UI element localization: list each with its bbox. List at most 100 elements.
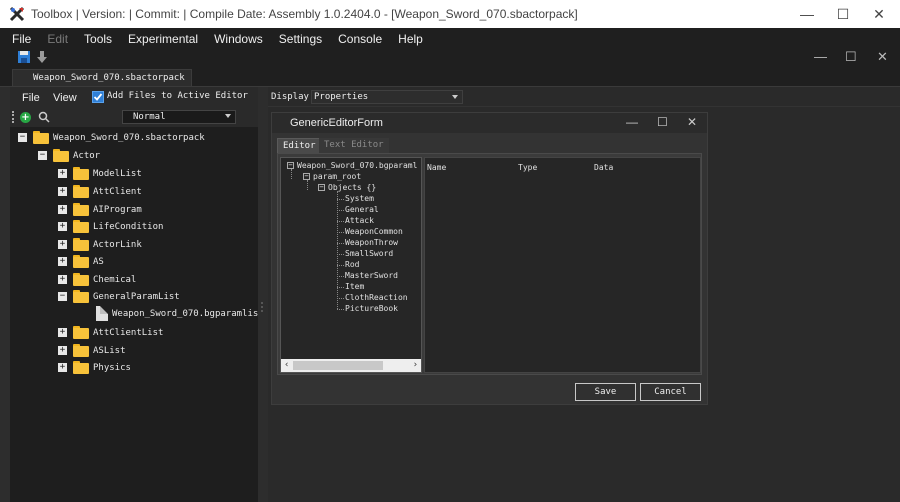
- param-node-general[interactable]: General: [345, 204, 379, 215]
- minimize-button[interactable]: —: [790, 0, 824, 28]
- doc-maximize-button[interactable]: ☐: [845, 49, 857, 65]
- param-node-label: Attack: [345, 216, 374, 225]
- expand-icon[interactable]: +: [58, 222, 67, 231]
- param-node-smallsword[interactable]: SmallSword: [345, 248, 393, 259]
- menu-edit[interactable]: Edit: [47, 32, 68, 46]
- grip-icon: [261, 302, 264, 312]
- param-node-attack[interactable]: Attack: [345, 215, 374, 226]
- menu-windows[interactable]: Windows: [214, 32, 263, 46]
- param-node-file[interactable]: − Weapon_Sword_070.bgparaml: [287, 160, 417, 171]
- collapse-icon[interactable]: −: [318, 184, 325, 191]
- column-header-type[interactable]: Type: [518, 163, 537, 172]
- param-tree[interactable]: − Weapon_Sword_070.bgparaml − param_root…: [280, 157, 422, 373]
- app-logo-icon: [9, 6, 25, 22]
- tree-node-aiprogram[interactable]: + AIProgram: [58, 201, 142, 218]
- display-select[interactable]: Properties: [311, 90, 463, 104]
- dialog-minimize-button[interactable]: —: [626, 115, 638, 129]
- display-label: Display:: [271, 92, 315, 102]
- expand-icon[interactable]: +: [58, 328, 67, 337]
- tab-weapon-sword-sbactorpack[interactable]: Weapon_Sword_070.sbactorpack: [12, 69, 192, 87]
- scrollbar-thumb[interactable]: [293, 361, 383, 370]
- collapse-icon[interactable]: −: [18, 133, 27, 142]
- menu-settings[interactable]: Settings: [279, 32, 322, 46]
- tree-node-bgparamlist-file[interactable]: Weapon_Sword_070.bgparamlist: [96, 305, 264, 322]
- menu-tools[interactable]: Tools: [84, 32, 112, 46]
- expand-icon[interactable]: +: [58, 169, 67, 178]
- dialog-title-bar[interactable]: GenericEditorForm — ☐ ✕: [272, 113, 707, 133]
- expand-icon[interactable]: +: [58, 257, 67, 266]
- doc-close-button[interactable]: ✕: [877, 49, 888, 65]
- tree-menu-view[interactable]: View: [53, 92, 77, 104]
- menu-help[interactable]: Help: [398, 32, 423, 46]
- tree-node-lifecondition[interactable]: + LifeCondition: [58, 218, 163, 235]
- expand-icon[interactable]: +: [58, 205, 67, 214]
- param-node-picturebook[interactable]: PictureBook: [345, 303, 398, 314]
- expand-icon[interactable]: +: [58, 275, 67, 284]
- folder-icon: [73, 203, 89, 216]
- dialog-maximize-button[interactable]: ☐: [657, 115, 668, 129]
- scroll-left-icon[interactable]: ‹: [284, 359, 289, 372]
- tab-text-editor[interactable]: Text Editor: [319, 138, 389, 153]
- param-node-root[interactable]: − param_root: [303, 171, 361, 182]
- param-node-objects[interactable]: − Objects {}: [318, 182, 376, 193]
- column-header-data[interactable]: Data: [594, 163, 613, 172]
- collapse-icon[interactable]: −: [38, 151, 47, 160]
- tree-node-actor[interactable]: − Actor: [38, 147, 100, 164]
- tree-node-actorlink[interactable]: + ActorLink: [58, 236, 142, 253]
- tree-node-as[interactable]: + AS: [58, 253, 104, 270]
- document-tab-strip: Weapon_Sword_070.sbactorpack: [0, 67, 900, 87]
- search-icon[interactable]: [38, 111, 50, 123]
- expand-icon[interactable]: +: [58, 187, 67, 196]
- tree-node-attclientlist[interactable]: + AttClientList: [58, 324, 163, 341]
- expand-icon[interactable]: +: [58, 363, 67, 372]
- expand-icon[interactable]: +: [58, 240, 67, 249]
- collapse-icon[interactable]: −: [58, 292, 67, 301]
- tree-node-physics[interactable]: + Physics: [58, 359, 131, 376]
- tree-node-generalparamlist[interactable]: − GeneralParamList: [58, 288, 180, 305]
- param-node-mastersword[interactable]: MasterSword: [345, 270, 398, 281]
- maximize-button[interactable]: ☐: [826, 0, 860, 28]
- doc-minimize-button[interactable]: —: [814, 49, 827, 64]
- property-grid[interactable]: Name Type Data: [424, 157, 701, 373]
- param-node-rod[interactable]: Rod: [345, 259, 359, 270]
- view-mode-select[interactable]: Normal: [122, 110, 236, 124]
- column-header-name[interactable]: Name: [427, 163, 446, 172]
- param-node-system[interactable]: System: [345, 193, 374, 204]
- tree-node-chemical[interactable]: + Chemical: [58, 271, 136, 288]
- add-files-checkbox[interactable]: [92, 91, 104, 103]
- param-node-weaponthrow[interactable]: WeaponThrow: [345, 237, 398, 248]
- tree-guide-line: [337, 199, 344, 200]
- menu-bar: File Edit Tools Experimental Windows Set…: [0, 28, 900, 49]
- menu-file[interactable]: File: [12, 32, 31, 46]
- dialog-close-button[interactable]: ✕: [687, 115, 697, 129]
- close-button[interactable]: ✕: [862, 0, 896, 28]
- panel-splitter[interactable]: [258, 87, 268, 502]
- param-node-clothreaction[interactable]: ClothReaction: [345, 292, 408, 303]
- save-icon[interactable]: [17, 50, 31, 64]
- scroll-right-icon[interactable]: ›: [413, 359, 418, 372]
- document-window-controls: — ☐ ✕: [800, 49, 900, 67]
- tree-node-modellist[interactable]: + ModelList: [58, 165, 142, 182]
- tree-guide-line: [337, 191, 338, 309]
- collapse-icon[interactable]: −: [287, 162, 294, 169]
- param-node-label: WeaponCommon: [345, 227, 403, 236]
- download-icon[interactable]: [35, 50, 49, 64]
- tree-node-aslist[interactable]: + ASList: [58, 342, 126, 359]
- tree-menu-file[interactable]: File: [22, 92, 40, 104]
- param-node-weaponcommon[interactable]: WeaponCommon: [345, 226, 403, 237]
- menu-console[interactable]: Console: [338, 32, 382, 46]
- tree-node-root[interactable]: − Weapon_Sword_070.sbactorpack: [18, 129, 205, 146]
- checkmark-icon: [93, 93, 103, 101]
- editor-tab-page: − Weapon_Sword_070.bgparaml − param_root…: [277, 153, 702, 375]
- save-button[interactable]: Save: [575, 383, 636, 401]
- tree-node-attclient[interactable]: + AttClient: [58, 183, 142, 200]
- tab-editor[interactable]: Editor: [277, 138, 322, 153]
- param-node-item[interactable]: Item: [345, 281, 364, 292]
- menu-experimental[interactable]: Experimental: [128, 32, 198, 46]
- expand-icon[interactable]: +: [58, 346, 67, 355]
- collapse-icon[interactable]: −: [303, 173, 310, 180]
- horizontal-scrollbar[interactable]: ‹ ›: [281, 359, 421, 372]
- cancel-button[interactable]: Cancel: [640, 383, 701, 401]
- dialog-body: Editor Text Editor − Weapon_Sword_070.bg…: [272, 133, 707, 404]
- add-icon[interactable]: +: [20, 112, 31, 123]
